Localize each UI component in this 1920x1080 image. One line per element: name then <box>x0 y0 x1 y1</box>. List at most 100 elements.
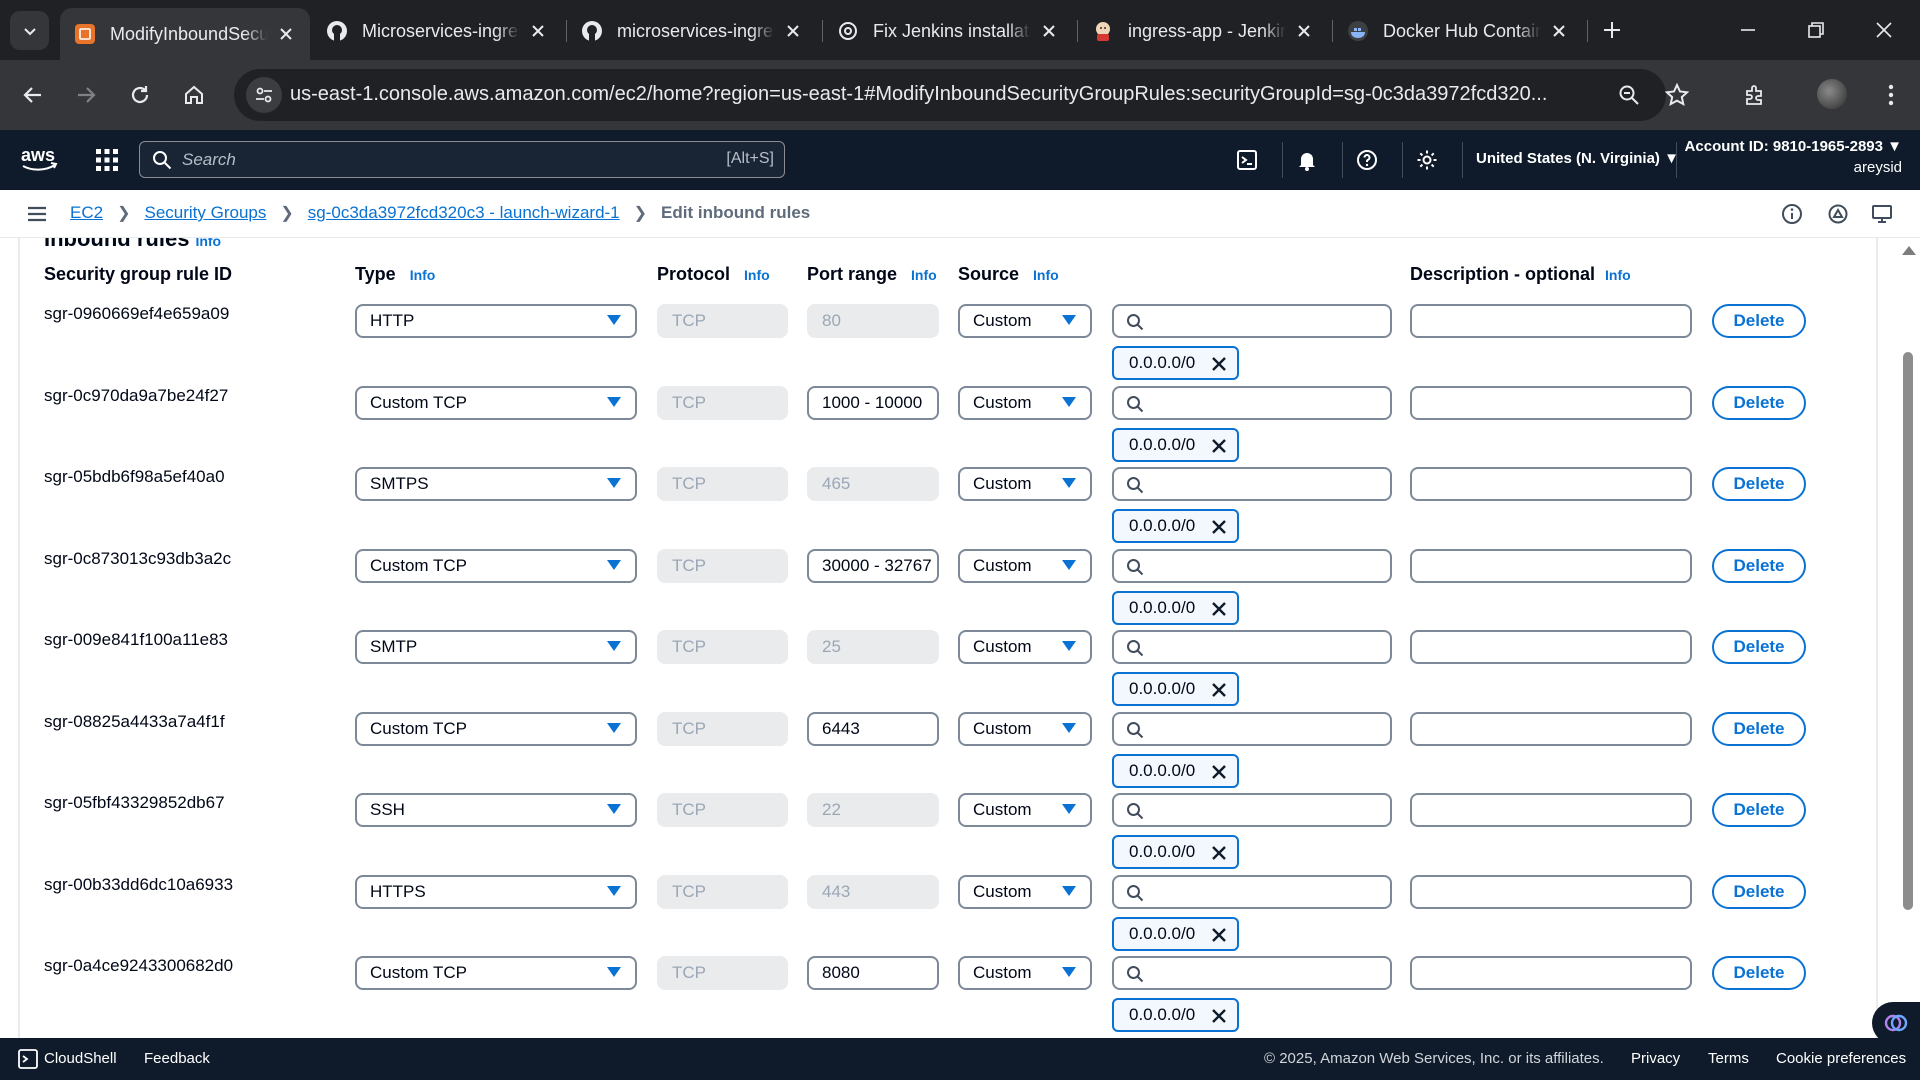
source-select[interactable]: Custom <box>958 548 1092 583</box>
close-icon[interactable] <box>1211 356 1227 372</box>
type-select[interactable]: Custom TCP <box>355 385 637 420</box>
close-icon[interactable] <box>276 24 296 44</box>
notifications-panel-button[interactable] <box>1826 202 1850 226</box>
restore-button[interactable] <box>1798 12 1834 48</box>
info-link[interactable]: Info <box>1605 267 1631 283</box>
type-select[interactable]: Custom TCP <box>355 956 637 990</box>
delete-rule-button[interactable]: Delete <box>1712 630 1806 664</box>
info-link[interactable]: Info <box>410 267 436 283</box>
description-input[interactable] <box>1410 711 1692 746</box>
info-link[interactable]: Info <box>195 238 221 249</box>
close-icon[interactable] <box>1211 1008 1227 1024</box>
browser-tab[interactable]: ModifyInboundSecurityGroupRules <box>60 8 310 60</box>
source-select[interactable]: Custom <box>958 793 1092 827</box>
delete-rule-button[interactable]: Delete <box>1712 548 1806 583</box>
close-icon[interactable] <box>1549 21 1569 41</box>
description-input[interactable] <box>1410 793 1692 827</box>
cookie-preferences-link[interactable]: Cookie preferences <box>1776 1050 1906 1067</box>
notifications-button[interactable] <box>1292 145 1322 175</box>
delete-rule-button[interactable]: Delete <box>1712 711 1806 746</box>
window-close-button[interactable] <box>1866 12 1902 48</box>
cloudshell-button[interactable] <box>1232 145 1262 175</box>
description-input[interactable] <box>1410 874 1692 909</box>
port-range-input[interactable]: 6443 <box>807 711 939 746</box>
source-select[interactable]: Custom <box>958 874 1092 909</box>
terms-link[interactable]: Terms <box>1708 1050 1749 1067</box>
close-icon[interactable] <box>1211 438 1227 454</box>
cidr-search-input[interactable] <box>1112 793 1392 827</box>
home-button[interactable] <box>176 77 212 113</box>
close-icon[interactable] <box>1211 764 1227 780</box>
privacy-link[interactable]: Privacy <box>1631 1050 1680 1067</box>
aws-search-box[interactable]: [Alt+S] <box>139 141 785 178</box>
type-select[interactable]: SMTP <box>355 630 637 664</box>
source-select[interactable]: Custom <box>958 711 1092 746</box>
extensions-button[interactable] <box>1740 80 1770 110</box>
scrollbar-thumb[interactable] <box>1903 352 1913 910</box>
aws-logo-icon[interactable]: aws <box>20 144 60 174</box>
region-selector[interactable]: United States (N. Virginia) ▼ <box>1476 150 1679 167</box>
account-menu[interactable]: Account ID: 9810-1965-2893 ▼ areysid <box>1685 138 1902 176</box>
source-select[interactable]: Custom <box>958 956 1092 990</box>
close-icon[interactable] <box>1294 21 1314 41</box>
reload-button[interactable] <box>122 77 158 113</box>
description-input[interactable] <box>1410 956 1692 990</box>
cidr-search-input[interactable] <box>1112 304 1392 338</box>
close-icon[interactable] <box>783 21 803 41</box>
port-range-input[interactable]: 1000 - 10000 <box>807 385 939 420</box>
browser-tab[interactable]: Microservices-ingress <box>312 9 562 53</box>
feedback-link[interactable]: Feedback <box>144 1050 210 1067</box>
cloudshell-link[interactable]: CloudShell <box>44 1050 117 1067</box>
forward-button[interactable] <box>68 77 104 113</box>
info-link[interactable]: Info <box>911 267 937 283</box>
cidr-search-input[interactable] <box>1112 874 1392 909</box>
browser-tab[interactable]: Fix Jenkins installation <box>823 9 1073 53</box>
cidr-search-input[interactable] <box>1112 548 1392 583</box>
browser-tab[interactable]: Docker Hub Container <box>1333 9 1583 53</box>
menu-icon[interactable] <box>26 203 48 225</box>
cidr-search-input[interactable] <box>1112 385 1392 420</box>
close-icon[interactable] <box>1211 845 1227 861</box>
url-text[interactable]: us-east-1.console.aws.amazon.com/ec2/hom… <box>290 83 1630 106</box>
description-input[interactable] <box>1410 630 1692 664</box>
description-input[interactable] <box>1410 385 1692 420</box>
type-select[interactable]: Custom TCP <box>355 711 637 746</box>
delete-rule-button[interactable]: Delete <box>1712 874 1806 909</box>
type-select[interactable]: HTTPS <box>355 874 637 909</box>
feedback-panel-button[interactable] <box>1870 202 1894 226</box>
aws-search-input[interactable] <box>182 148 682 172</box>
help-button[interactable] <box>1352 145 1382 175</box>
bookmark-button[interactable] <box>1662 80 1692 110</box>
info-panel-button[interactable] <box>1780 202 1804 226</box>
address-bar[interactable]: us-east-1.console.aws.amazon.com/ec2/hom… <box>234 69 1666 121</box>
description-input[interactable] <box>1410 304 1692 338</box>
breadcrumb-security-group[interactable]: sg-0c3da3972fcd320c3 - launch-wizard-1 <box>308 203 620 223</box>
site-info-button[interactable] <box>246 77 282 113</box>
settings-button[interactable] <box>1412 145 1442 175</box>
services-grid-icon[interactable] <box>95 148 119 172</box>
cidr-search-input[interactable] <box>1112 711 1392 746</box>
breadcrumb-security-groups[interactable]: Security Groups <box>144 203 266 223</box>
tab-search-button[interactable] <box>10 11 49 50</box>
close-icon[interactable] <box>1211 682 1227 698</box>
browser-tab[interactable]: ingress-app - Jenkins <box>1078 9 1328 53</box>
close-icon[interactable] <box>1211 601 1227 617</box>
zoom-button[interactable] <box>1614 80 1644 110</box>
browser-menu-button[interactable] <box>1876 80 1906 110</box>
cidr-search-input[interactable] <box>1112 956 1392 990</box>
scroll-up-arrow[interactable] <box>1902 246 1916 255</box>
delete-rule-button[interactable]: Delete <box>1712 304 1806 338</box>
delete-rule-button[interactable]: Delete <box>1712 467 1806 501</box>
close-icon[interactable] <box>528 21 548 41</box>
cidr-search-input[interactable] <box>1112 630 1392 664</box>
source-select[interactable]: Custom <box>958 385 1092 420</box>
port-range-input[interactable]: 8080 <box>807 956 939 990</box>
port-range-input[interactable]: 30000 - 32767 <box>807 548 939 583</box>
type-select[interactable]: SMTPS <box>355 467 637 501</box>
delete-rule-button[interactable]: Delete <box>1712 793 1806 827</box>
info-link[interactable]: Info <box>744 267 770 283</box>
source-select[interactable]: Custom <box>958 304 1092 338</box>
info-link[interactable]: Info <box>1033 267 1059 283</box>
cidr-search-input[interactable] <box>1112 467 1392 501</box>
source-select[interactable]: Custom <box>958 467 1092 501</box>
